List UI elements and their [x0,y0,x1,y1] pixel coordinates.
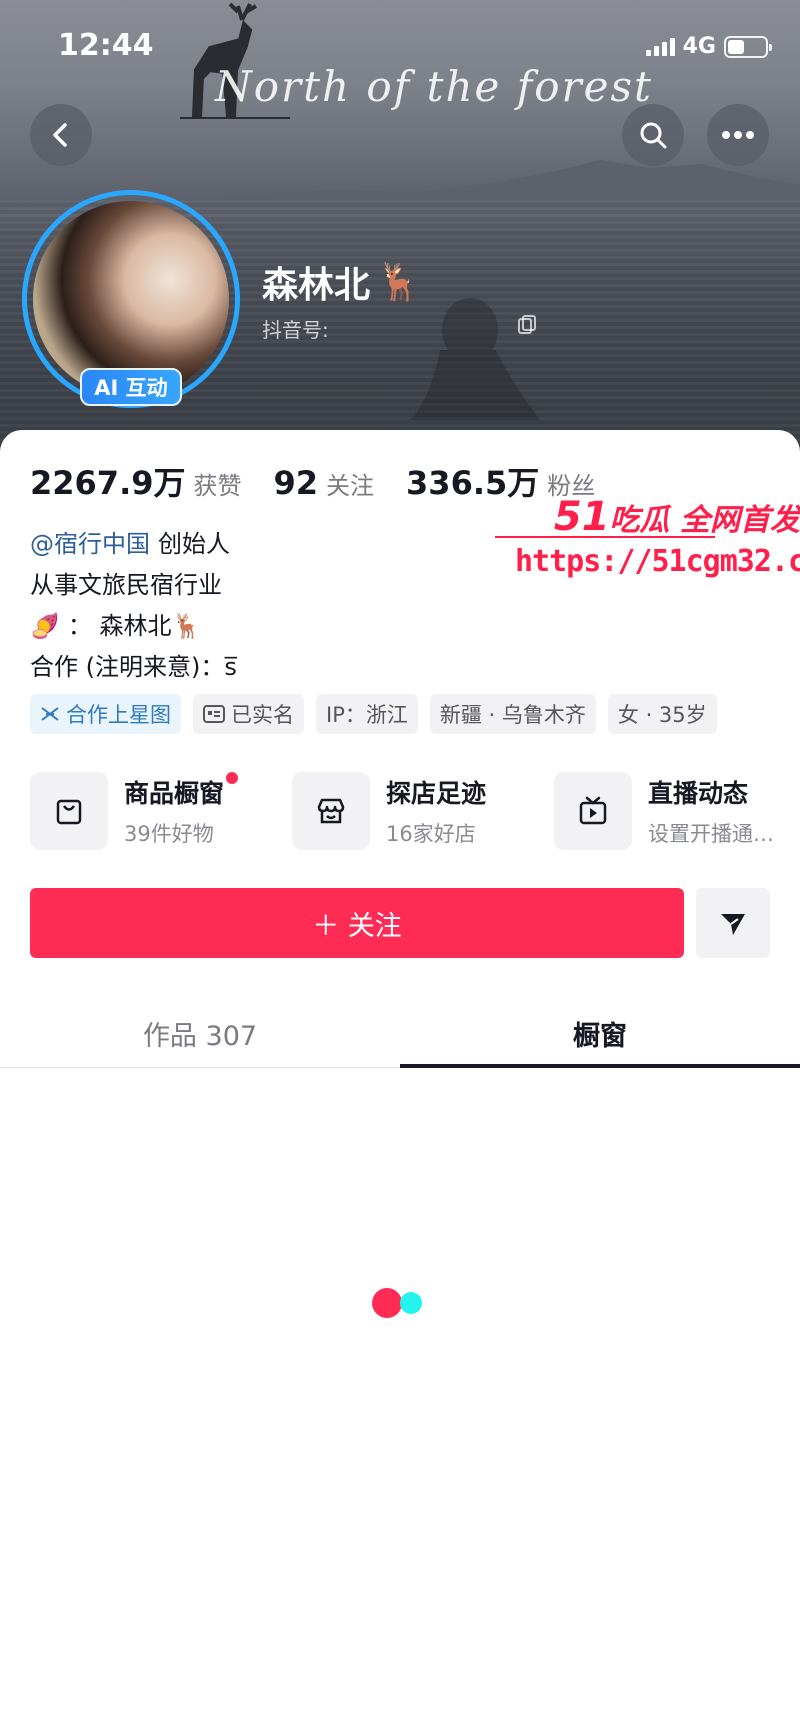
tag-location[interactable]: 新疆 · 乌鲁木齐 [429,694,596,734]
more-dots-icon [722,131,754,139]
stat-likes[interactable]: 2267.9万 获赞 [30,458,242,504]
ai-badge-label: AI 互动 [94,376,168,400]
loader-dot-cyan [400,1292,422,1314]
shortcut-sub: 16家好店 [386,822,476,846]
profile-bio: @宿行中国 创始人 从事文旅民宿行业 🍠 ： 森林北🦌 合作 (注明来意)：s̅ [30,524,285,688]
search-button[interactable] [622,104,684,166]
status-bar-right: 4G [645,34,772,59]
promo-number: 51 [553,494,610,540]
chevron-left-icon [53,123,67,147]
promo-divider [495,536,715,538]
notification-dot [226,772,239,784]
bio-line-3-text: ： 森林北🦌 [67,612,202,640]
stat-label: 关注 [326,472,375,500]
stat-following[interactable]: 92 关注 [274,464,375,502]
shortcut-text: 探店足迹 16家好店 [386,774,486,848]
send-arrow-icon [721,914,745,935]
sc-icon-box [554,772,632,850]
tag-label: 合作上星图 [66,703,171,727]
star-map-icon [41,707,59,721]
promo-url: https://51cgm32.com [515,544,800,579]
live-tv-icon [579,796,607,825]
follow-label: ＋ 关注 [312,910,402,942]
profile-tags: 合作上星图 已实名 IP：浙江 新疆 · 乌鲁木齐 女 · 35岁 [30,694,717,734]
ai-interact-badge[interactable]: AI 互动 [80,368,182,406]
shortcut-title: 商品橱窗 [124,772,239,810]
tag-star-map[interactable]: 合作上星图 [30,694,181,734]
shortcut-text: 直播动态 设置开播通… [648,774,774,848]
id-card-icon [203,705,225,723]
loading-spinner [372,1288,422,1318]
bio-line-2: 从事文旅民宿行业 [30,571,222,599]
search-icon [640,122,667,149]
profile-stats: 2267.9万 获赞 92 关注 336.5万 粉丝 [30,458,595,504]
stat-value: 2267.9万 [30,464,186,502]
tag-label: 已实名 [231,703,294,727]
signal-icon [645,37,675,56]
promo-title-text: 吃瓜 全网首发 [609,503,800,538]
share-button[interactable] [696,888,770,958]
sc-icon-box [292,772,370,850]
bio-role: 创始人 [158,530,230,558]
douyin-id: 抖音号: [262,318,329,342]
status-time: 12:44 [58,28,154,63]
shortcut-sub: 39件好物 [124,822,214,846]
tab-shop-window[interactable]: 橱窗 [400,1000,800,1068]
stat-label: 获赞 [193,472,242,500]
shortcut-title-text: 商品橱窗 [124,779,225,808]
shortcut-text: 商品橱窗 39件好物 [124,772,239,848]
back-button[interactable] [30,104,92,166]
network-type: 4G [682,34,716,59]
profile-tabs: 作品 307 橱窗 [0,1000,800,1068]
org-link[interactable]: @宿行中国 [30,524,150,565]
bio-line-1: @宿行中国 创始人 [30,524,285,565]
more-button[interactable] [707,104,769,166]
tag-gender-age[interactable]: 女 · 35岁 [607,694,717,734]
cover-figure-reflection [410,298,540,420]
promo-watermark: 51吃瓜 全网首发 https://51cgm32.com [495,494,800,579]
promo-title: 51吃瓜 全网首发 [515,494,800,540]
bio-line-3: 🍠 ： 森林北🦌 [30,606,285,647]
shortcut-store-visits[interactable]: 探店足迹 16家好店 [292,772,554,850]
store-icon [317,798,345,824]
shortcut-shop-window[interactable]: 商品橱窗 39件好物 [30,772,292,850]
bio-line-4: 合作 (注明来意)：s̅ [30,653,285,681]
loader-dot-red [372,1288,402,1318]
tab-works[interactable]: 作品 307 [0,1000,400,1067]
battery-icon [724,35,772,58]
tag-label: IP：浙江 [326,703,408,727]
nickname-text: 森林北 [262,265,371,306]
tag-label: 新疆 · 乌鲁木齐 [439,703,586,727]
profile-shortcuts: 商品橱窗 39件好物 探店足迹 16家好店 直播动态 设置开播通… [30,772,800,850]
stat-value: 92 [273,464,319,502]
profile-nickname: 森林北 🦌 [262,256,421,308]
shortcut-title: 直播动态 [648,779,749,808]
copy-icon[interactable] [516,314,538,336]
tag-ip[interactable]: IP：浙江 [316,694,418,734]
shopping-bag-icon [56,799,82,825]
shortcut-live[interactable]: 直播动态 设置开播通… [554,772,800,850]
sweet-potato-emoji: 🍠 [30,612,60,640]
deer-emoji: 🦌 [376,262,421,303]
shortcut-sub: 设置开播通… [648,822,774,846]
tag-verified[interactable]: 已实名 [193,694,304,734]
sc-icon-box [30,772,108,850]
tag-label: 女 · 35岁 [617,703,707,727]
battery-level [728,39,745,54]
follow-button[interactable]: ＋ 关注 [30,888,684,958]
shortcut-title: 探店足迹 [386,779,487,808]
cover-watermark-text: North of the forest [215,62,653,111]
